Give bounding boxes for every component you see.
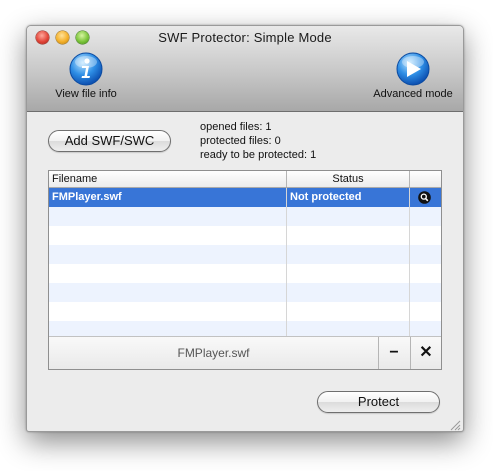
titlebar: SWF Protector: Simple Mode View file inf… bbox=[27, 26, 463, 112]
column-divider bbox=[409, 188, 410, 336]
empty-row bbox=[49, 283, 441, 302]
empty-row bbox=[49, 226, 441, 245]
column-header-status[interactable]: Status bbox=[287, 171, 409, 187]
advanced-mode-button[interactable]: Advanced mode bbox=[365, 52, 461, 100]
empty-row bbox=[49, 245, 441, 264]
file-table: Filename Status FMPlayer.swf Not protect… bbox=[48, 170, 442, 370]
remove-file-button[interactable]: − bbox=[378, 337, 409, 369]
file-stats: opened files: 1 protected files: 0 ready… bbox=[200, 120, 316, 162]
empty-row bbox=[49, 264, 441, 283]
view-file-info-button[interactable]: View file info bbox=[41, 52, 131, 100]
selected-filename: FMPlayer.swf bbox=[177, 346, 250, 360]
app-window: SWF Protector: Simple Mode View file inf… bbox=[26, 25, 464, 432]
protected-files-count: protected files: 0 bbox=[200, 135, 281, 147]
row-filename: FMPlayer.swf bbox=[52, 191, 122, 203]
row-status: Not protected bbox=[290, 191, 362, 203]
empty-row bbox=[49, 321, 441, 336]
empty-row bbox=[49, 207, 441, 226]
header-divider bbox=[409, 171, 410, 187]
window-title: SWF Protector: Simple Mode bbox=[158, 30, 332, 45]
protect-button[interactable]: Protect bbox=[317, 391, 440, 413]
table-row[interactable]: FMPlayer.swf Not protected bbox=[49, 188, 441, 207]
arrow-right-icon bbox=[396, 52, 430, 86]
table-bottom-bar: FMPlayer.swf − ✕ bbox=[49, 336, 441, 369]
view-file-info-label: View file info bbox=[55, 88, 117, 100]
advanced-mode-label: Advanced mode bbox=[373, 88, 453, 100]
resize-grip-icon[interactable] bbox=[450, 418, 461, 431]
magnifier-icon[interactable] bbox=[418, 191, 431, 204]
table-header: Filename Status bbox=[49, 171, 441, 188]
clear-files-button[interactable]: ✕ bbox=[410, 337, 441, 369]
column-divider bbox=[286, 188, 287, 336]
opened-files-count: opened files: 1 bbox=[200, 121, 272, 133]
ready-to-protect-count: ready to be protected: 1 bbox=[200, 149, 317, 161]
column-header-filename[interactable]: Filename bbox=[52, 171, 97, 187]
info-icon bbox=[69, 52, 103, 86]
add-swf-swc-button[interactable]: Add SWF/SWC bbox=[48, 130, 171, 152]
empty-row bbox=[49, 302, 441, 321]
